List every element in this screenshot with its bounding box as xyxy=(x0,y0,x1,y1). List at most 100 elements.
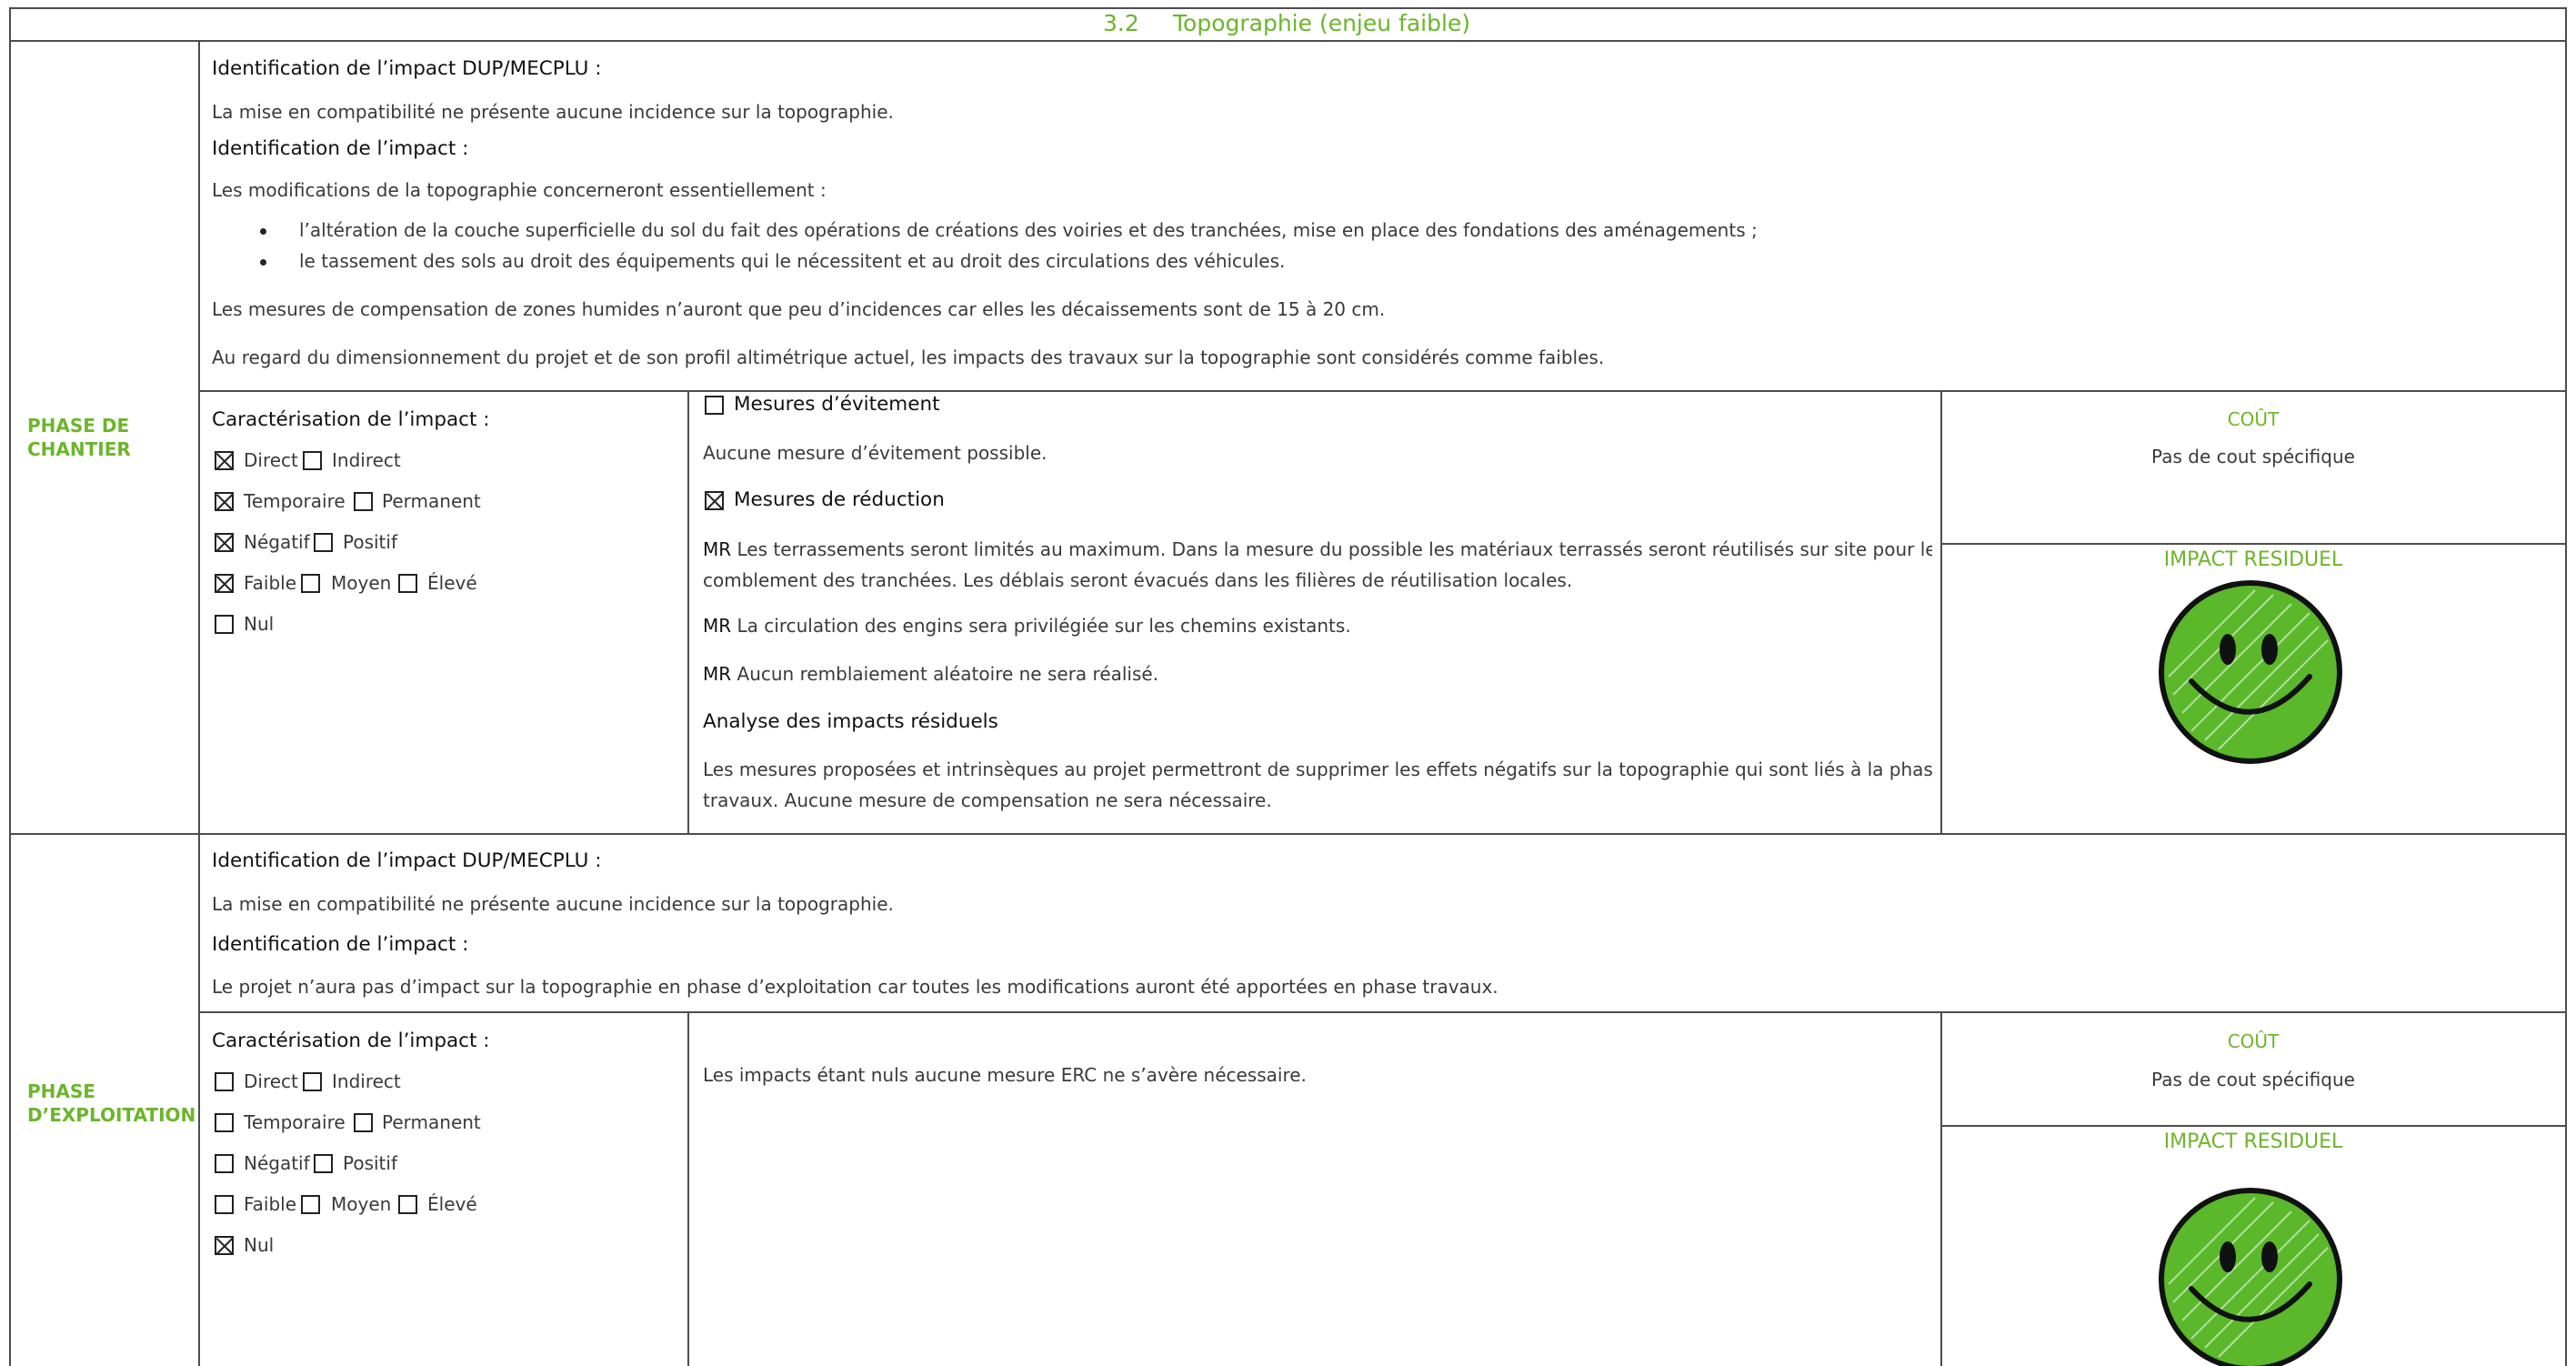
checkbox-label: Nul xyxy=(244,613,275,635)
reduction-heading: Mesures de réduction xyxy=(734,488,945,511)
table-border-left xyxy=(9,7,11,1366)
evitement-heading: Mesures d’évitement xyxy=(734,393,940,416)
p1-cout-divider xyxy=(1940,543,2566,545)
moyen-checkbox[interactable] xyxy=(301,574,320,593)
moyen-checkbox[interactable] xyxy=(301,1195,320,1214)
checkbox-label: Moyen xyxy=(331,1193,392,1215)
id-dup-heading: Identification de l’impact DUP/MECPLU : xyxy=(212,57,602,80)
eleve-checkbox[interactable] xyxy=(398,574,417,593)
checkbox-label: Négatif xyxy=(244,1152,310,1174)
checkbox-label: Faible xyxy=(244,572,297,594)
cout-heading: COÛT xyxy=(2227,408,2280,430)
checkbox-label: Faible xyxy=(244,1193,297,1215)
checkbox-label: Permanent xyxy=(382,1111,481,1133)
impact-table: 3.2 Topographie (enjeu faible) PHASE DE … xyxy=(0,0,2576,1366)
faible-checkbox[interactable] xyxy=(215,1195,234,1214)
phase-column-divider xyxy=(198,40,200,1366)
bullet-item: l’altération de la couche superficielle … xyxy=(299,219,1758,241)
residuel-heading: IMPACT RESIDUEL xyxy=(2163,1130,2343,1153)
bullet-dot xyxy=(260,259,266,266)
nul-checkbox[interactable] xyxy=(215,1236,234,1255)
smiley-face-icon xyxy=(2159,580,2342,764)
p2-row-divider xyxy=(198,1011,2566,1013)
id-dup-heading: Identification de l’impact DUP/MECPLU : xyxy=(212,849,602,872)
mr2-text: La circulation des engins sera privilégi… xyxy=(737,615,1351,637)
id-heading: Identification de l’impact : xyxy=(212,137,469,160)
negatif-checkbox[interactable] xyxy=(215,533,234,552)
mr-measure-2: MR La circulation des engins sera privil… xyxy=(703,615,1351,637)
carac-heading: Caractérisation de l’impact : xyxy=(212,408,490,431)
checkbox-label: Direct xyxy=(244,449,298,471)
mr1-line1: Les terrassements seront limités au maxi… xyxy=(737,538,1932,560)
phase-divider xyxy=(9,833,2566,835)
temporaire-checkbox[interactable] xyxy=(215,492,234,511)
residuel-heading: IMPACT RESIDUEL xyxy=(2163,548,2343,571)
indirect-checkbox[interactable] xyxy=(303,451,322,470)
reduction-checkbox[interactable] xyxy=(705,491,724,510)
p1-row-divider xyxy=(198,390,2566,392)
carac-heading: Caractérisation de l’impact : xyxy=(212,1030,490,1052)
id-heading: Identification de l’impact : xyxy=(212,933,469,956)
negatif-checkbox[interactable] xyxy=(215,1154,234,1173)
evitement-checkbox[interactable] xyxy=(705,396,724,415)
id-dup-text: La mise en compatibilité ne présente auc… xyxy=(212,893,894,915)
checkbox-label: Positif xyxy=(343,1152,397,1174)
evitement-text: Aucune mesure d’évitement possible. xyxy=(703,442,1047,464)
analyse-heading: Analyse des impacts résiduels xyxy=(703,710,998,733)
bullet-dot xyxy=(260,228,266,235)
phase-label-line2: CHANTIER xyxy=(27,438,131,460)
indirect-checkbox[interactable] xyxy=(303,1072,322,1091)
checkbox-label: Direct xyxy=(244,1070,298,1092)
title-divider xyxy=(9,40,2566,42)
analyse-text: Les mesures proposées et intrinsèques au… xyxy=(703,754,1932,816)
phase-label-line1: PHASE xyxy=(27,1080,95,1102)
section-number: 3.2 xyxy=(1103,10,1139,36)
faible-checkbox[interactable] xyxy=(215,574,234,593)
eleve-checkbox[interactable] xyxy=(398,1195,417,1214)
id-dup-text: La mise en compatibilité ne présente auc… xyxy=(212,101,894,123)
intro-text: Les modifications de la topographie conc… xyxy=(212,179,827,201)
mr1-line2: comblement des tranchées. Les déblais se… xyxy=(703,569,1573,591)
temporaire-checkbox[interactable] xyxy=(215,1113,234,1132)
table-border-right xyxy=(2565,7,2567,1366)
checkbox-label: Permanent xyxy=(382,490,481,512)
checkbox-label: Nul xyxy=(244,1234,275,1256)
p1-col-divider-a xyxy=(687,390,689,833)
checkbox-label: Temporaire xyxy=(244,490,346,512)
erc-text: Les impacts étant nuls aucune mesure ERC… xyxy=(703,1064,1307,1086)
p2-col-divider-a xyxy=(687,1011,689,1366)
bullet-item: le tassement des sols au droit des équip… xyxy=(299,250,1286,272)
mr-tag: MR xyxy=(703,538,732,560)
paragraph: Au regard du dimensionnement du projet e… xyxy=(212,347,1605,368)
direct-checkbox[interactable] xyxy=(215,451,234,470)
p2-cout-divider xyxy=(1940,1125,2566,1127)
cout-text: Pas de cout spécifique xyxy=(2151,446,2355,467)
cout-text: Pas de cout spécifique xyxy=(2151,1069,2355,1090)
checkbox-label: Élevé xyxy=(427,572,477,594)
positif-checkbox[interactable] xyxy=(314,1154,333,1173)
smiley-face-icon xyxy=(2159,1188,2342,1366)
direct-checkbox[interactable] xyxy=(215,1072,234,1091)
mr-tag: MR xyxy=(703,615,732,637)
checkbox-label: Indirect xyxy=(332,449,401,471)
checkbox-label: Positif xyxy=(343,531,397,553)
analyse-line1: Les mesures proposées et intrinsèques au… xyxy=(703,758,1932,780)
mr-tag: MR xyxy=(703,663,732,685)
mr3-text: Aucun remblaiement aléatoire ne sera réa… xyxy=(737,663,1159,685)
mr-measure-3: MR Aucun remblaiement aléatoire ne sera … xyxy=(703,663,1158,685)
checkbox-label: Élevé xyxy=(427,1193,477,1215)
permanent-checkbox[interactable] xyxy=(354,492,373,511)
section-title: Topographie (enjeu faible) xyxy=(1173,10,1471,36)
phase-label-line2: D’EXPLOITATION xyxy=(27,1104,196,1126)
analyse-line2: travaux. Aucune mesure de compensation n… xyxy=(703,789,1272,811)
id-text: Le projet n’aura pas d’impact sur la top… xyxy=(212,976,1498,998)
checkbox-label: Moyen xyxy=(331,572,392,594)
checkbox-label: Négatif xyxy=(244,531,310,553)
paragraph: Les mesures de compensation de zones hum… xyxy=(212,298,1386,320)
positif-checkbox[interactable] xyxy=(314,533,333,552)
permanent-checkbox[interactable] xyxy=(354,1113,373,1132)
mr-measure-1: MR Les terrassements seront limités au m… xyxy=(703,534,1932,596)
nul-checkbox[interactable] xyxy=(215,615,234,634)
table-border-top xyxy=(9,7,2566,9)
checkbox-label: Indirect xyxy=(332,1070,401,1092)
